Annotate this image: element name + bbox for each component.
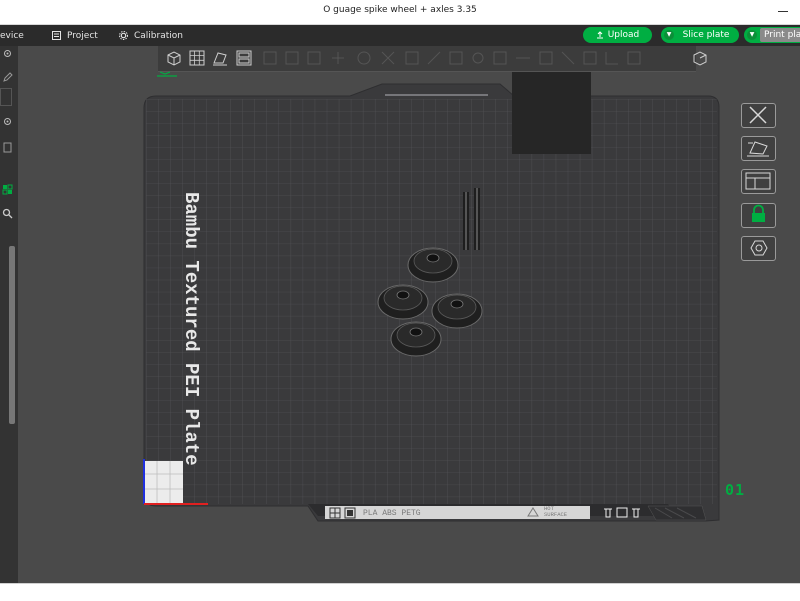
slice-plate-label: Slice plate (682, 30, 730, 40)
hexagon-settings-icon (750, 240, 768, 256)
hot-surface-warning: HOT SURFACE (544, 506, 567, 518)
tab-device[interactable]: evice (0, 28, 24, 43)
close-icon (749, 106, 767, 124)
plate-type-label: Bambu Textured PEI Plate (180, 192, 202, 466)
grid-icon[interactable] (188, 49, 206, 67)
wheel-model[interactable] (407, 247, 459, 283)
print-plate-button[interactable]: ▼ Print pla (744, 27, 800, 43)
tab-project[interactable]: Project (52, 28, 98, 43)
add-cube-icon[interactable] (165, 49, 183, 67)
status-bar (0, 583, 800, 601)
window-title: O guage spike wheel + axles 3.35 (323, 5, 477, 15)
build-plate (143, 83, 720, 522)
purge-chute (512, 72, 591, 154)
title-bar: O guage spike wheel + axles 3.35 (0, 0, 800, 25)
trash-icon[interactable] (602, 506, 642, 518)
3d-viewport[interactable]: Bambu Textured PEI Plate PLA ABS PETG HO… (18, 46, 800, 584)
left-sidebar (0, 46, 18, 584)
search-icon[interactable] (2, 208, 13, 219)
plate-icons (329, 507, 356, 519)
view-mode-icon[interactable] (691, 49, 709, 67)
wheel-model[interactable] (377, 284, 429, 320)
project-icon (52, 31, 61, 40)
filament-types: PLA ABS PETG (363, 509, 421, 518)
arrange-plate-button[interactable] (741, 169, 776, 194)
wheel-model[interactable] (390, 321, 442, 357)
preset-box[interactable] (0, 88, 12, 106)
build-plate-canvas (143, 72, 720, 522)
sidebar-scrollbar[interactable] (9, 246, 15, 424)
arrange-icon[interactable] (211, 49, 229, 67)
upload-button[interactable]: Upload (583, 27, 652, 43)
file-icon[interactable] (2, 142, 13, 153)
lock-icon (752, 204, 765, 222)
print-dropdown-icon[interactable]: ▼ (747, 30, 757, 40)
calibration-icon (119, 31, 128, 40)
orient-icon (747, 141, 769, 157)
filament-icon[interactable] (2, 184, 13, 195)
upload-icon (596, 31, 603, 39)
surface-text: SURFACE (544, 511, 568, 518)
plate-settings-button[interactable] (741, 236, 776, 261)
warning-icon (527, 507, 539, 517)
wheel-model[interactable] (431, 293, 483, 329)
auto-orient-button[interactable] (741, 136, 776, 161)
view-toolbar (158, 46, 707, 72)
tab-device-label: evice (0, 30, 24, 41)
slice-plate-button[interactable]: ▼ Slice plate (661, 27, 739, 43)
lock-plate-button[interactable] (741, 203, 776, 228)
underline-icon (157, 71, 177, 77)
gear-icon[interactable] (2, 48, 13, 59)
slice-dropdown-icon[interactable]: ▼ (664, 30, 674, 40)
tab-project-label: Project (67, 30, 98, 41)
arrange-plate-icon (745, 172, 771, 190)
disabled-tools-icon (263, 51, 641, 65)
main-toolbar: evice Project Calibration Upload ▼ Slice… (0, 25, 800, 46)
delete-plate-button[interactable] (741, 103, 776, 128)
layout-icon[interactable] (235, 49, 253, 67)
minimize-icon[interactable] (778, 11, 788, 12)
tab-calibration[interactable]: Calibration (119, 28, 183, 43)
upload-label: Upload (607, 30, 640, 40)
edit-icon[interactable] (2, 72, 13, 83)
tab-calibration-label: Calibration (134, 30, 183, 41)
settings-icon[interactable] (2, 116, 13, 127)
plate-number: 01 (725, 481, 746, 499)
print-plate-label: Print pla (760, 28, 800, 42)
